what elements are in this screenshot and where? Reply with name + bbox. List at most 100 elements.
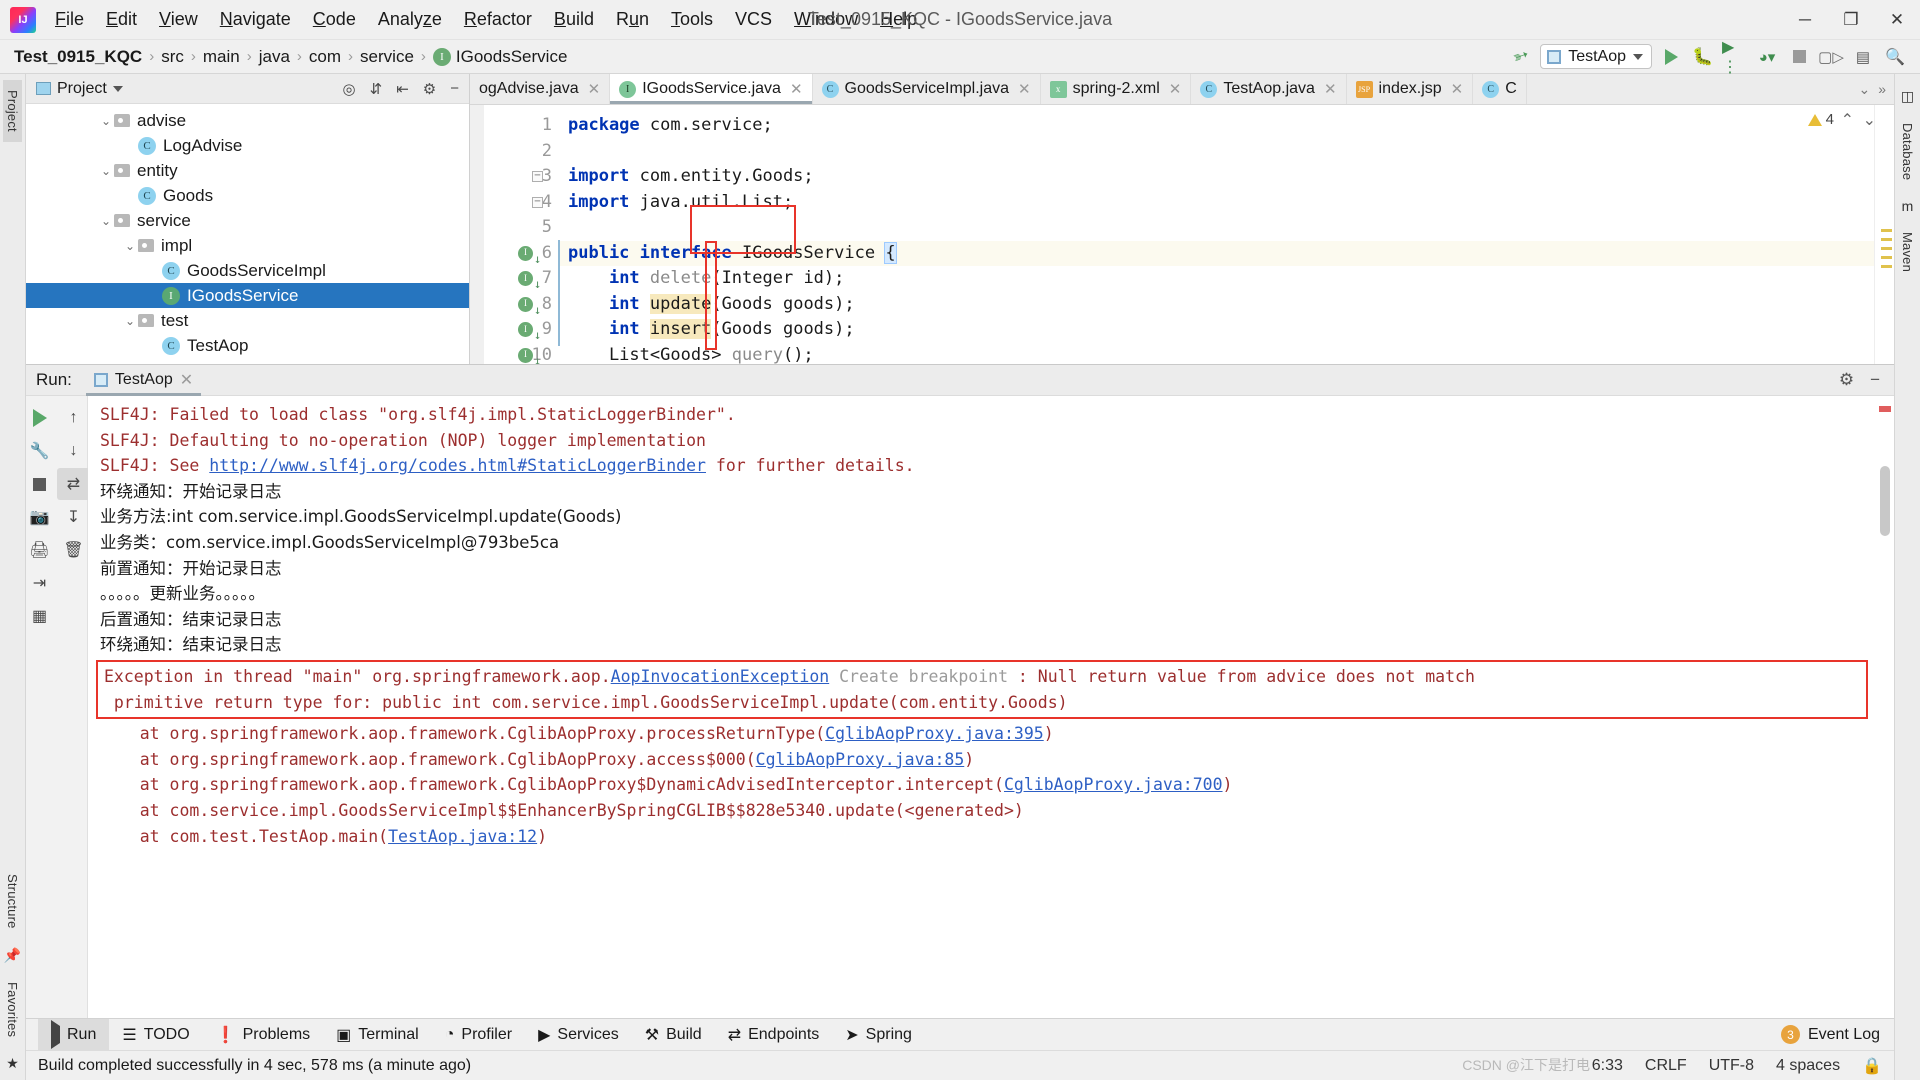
fold-marker-icon[interactable]: ─ [532,196,543,208]
minimize-icon[interactable]: − [1870,370,1880,390]
indent-setting[interactable]: 4 spaces [1776,1057,1840,1075]
inspection-warning-badge[interactable]: 4 [1807,111,1834,128]
error-stripe[interactable] [1874,105,1894,364]
expand-all-icon[interactable]: ⇵ [370,80,383,98]
line-separator[interactable]: CRLF [1645,1057,1687,1075]
stack-frame-link[interactable]: CglibAopProxy.java:700 [1004,775,1223,794]
star-icon[interactable]: ★ [6,1055,19,1072]
breadcrumb-project[interactable]: Test_0915_KQC [14,47,142,67]
layout-button[interactable]: ▦ [23,600,57,632]
editor-tab-index-jsp[interactable]: JSP index.jsp ✕ [1347,74,1474,104]
close-icon[interactable]: ✕ [1324,80,1337,98]
run-configuration-selector[interactable]: TestAop [1540,44,1652,69]
down-stack-button[interactable]: ↓ [57,435,91,467]
wrench-button[interactable]: 🔧 [23,435,57,467]
menu-edit[interactable]: Edit [95,5,148,34]
tool-window-button-spring[interactable]: ➤ Spring [832,1019,925,1051]
scroll-to-end-button[interactable]: ↧ [57,501,91,533]
close-icon[interactable]: ✕ [1451,80,1464,98]
menu-file[interactable]: File [44,5,95,34]
tree-node-logadvise[interactable]: C LogAdvise [26,133,469,158]
code-line-2[interactable] [558,139,1874,165]
code-content[interactable]: package com.service; import com.entity.G… [558,105,1874,364]
export-button[interactable]: ⇥ [23,567,57,599]
breadcrumb-java[interactable]: java [259,47,290,67]
sidebar-item-favorites[interactable]: Favorites [3,972,22,1047]
stack-frame-link[interactable]: TestAop.java:12 [388,827,537,846]
tree-node-goods[interactable]: C Goods [26,183,469,208]
menu-code[interactable]: Code [302,5,367,34]
code-line-7[interactable]: int delete(Integer id); [558,266,1874,292]
code-editor[interactable]: 1 2 ─ 3 ─ 4 5 I ↓ 6 I ↓ 7 I ↓ 8 I ↓ 9 I ↓ 10 package com.serv… [470,105,1894,364]
clear-all-button[interactable]: 🗑 [57,534,91,566]
tree-node-service[interactable]: ⌄ service [26,208,469,233]
breadcrumb-service[interactable]: service [360,47,414,67]
tool-window-button-profiler[interactable]: ◔ Profiler [432,1019,525,1051]
chevron-down-icon[interactable]: ⌄ [1858,81,1870,98]
update-app-button[interactable]: ▢▷ [1818,44,1844,70]
editor-tab-igoodsservice-java[interactable]: I IGoodsService.java ✕ [610,74,813,104]
chevron-down-icon[interactable]: ⌄ [98,164,114,178]
editor-tab-spring-2-xml[interactable]: x spring-2.xml ✕ [1041,74,1192,104]
code-line-9[interactable]: int insert(Goods goods); [558,317,1874,343]
tree-node-entity[interactable]: ⌄ entity [26,158,469,183]
tree-node-testaop[interactable]: C TestAop [26,333,469,358]
sidebar-item-project[interactable]: Project [3,80,22,142]
tool-window-button-endpoints[interactable]: ⇄ Endpoints [715,1019,833,1051]
editor-tab-testaop-java[interactable]: C TestAop.java ✕ [1191,74,1347,104]
tool-window-button-terminal[interactable]: ▣ Terminal [323,1019,432,1051]
editor-tab-ogadvise-java[interactable]: ogAdvise.java ✕ [470,74,611,104]
maximize-button[interactable]: ❐ [1828,0,1874,40]
chevron-down-icon[interactable]: ⌄ [98,114,114,128]
menu-run[interactable]: Run [605,5,660,34]
more-tabs-icon[interactable]: » [1878,81,1886,97]
menu-navigate[interactable]: Navigate [209,5,302,34]
editor-tab-c[interactable]: CC [1473,74,1527,104]
sidebar-item-structure[interactable]: Structure [3,864,22,939]
implementation-marker-icon[interactable]: I [518,322,533,337]
chevron-down-icon[interactable]: ⌄ [122,239,138,253]
settings-gear-icon[interactable]: ⚙ [1839,370,1854,390]
soft-wrap-button[interactable]: ⇄ [56,468,91,500]
caret-position[interactable]: 6:33 [1592,1057,1623,1075]
pin-icon[interactable]: 📌 [4,947,21,964]
tool-window-button-todo[interactable]: ☰ TODO [109,1019,202,1051]
tree-node-test[interactable]: ⌄ test [26,308,469,333]
implementation-marker-icon[interactable]: I [518,245,533,261]
implementation-marker-icon[interactable]: I [518,347,533,363]
close-icon[interactable]: ✕ [180,370,193,390]
lock-icon[interactable]: 🔒 [1862,1056,1882,1076]
tool-window-button-run[interactable]: Run [38,1018,110,1051]
event-log-group[interactable]: 3 Event Log [1780,1025,1894,1044]
chevron-down-icon[interactable]: ⌄ [98,214,114,228]
close-icon[interactable]: ✕ [790,80,803,98]
tree-node-goodsserviceimpl[interactable]: C GoodsServiceImpl [26,258,469,283]
console-output[interactable]: SLF4J: Failed to load class "org.slf4j.i… [88,396,1894,1018]
breadcrumb-src[interactable]: src [161,47,184,67]
breadcrumb-com[interactable]: com [309,47,341,67]
next-problem-button[interactable]: ⌄ [1863,110,1876,130]
menu-analyze[interactable]: Analyze [367,5,453,34]
editor-tab-goodsserviceimpl-java[interactable]: C GoodsServiceImpl.java ✕ [813,74,1041,104]
menu-refactor[interactable]: Refactor [453,5,543,34]
code-line-5[interactable] [558,215,1874,241]
tool-window-button-services[interactable]: ▶ Services [525,1019,632,1051]
console-hyperlink[interactable]: http://www.slf4j.org/codes.html#StaticLo… [209,456,706,475]
menu-tools[interactable]: Tools [660,5,724,34]
tree-node-igoodsservice[interactable]: I IGoodsService [26,283,469,308]
stop-button[interactable] [23,468,57,500]
exception-type-link[interactable]: AopInvocationException [611,667,830,686]
stop-button[interactable] [1786,44,1812,70]
maven-icon[interactable]: m [1902,198,1914,214]
database-icon[interactable]: ◫ [1901,88,1914,105]
chevron-down-icon[interactable] [112,85,123,92]
run-tab-testaop[interactable]: TestAop ✕ [85,365,202,396]
menu-vcs[interactable]: VCS [724,5,783,34]
close-button[interactable]: ✕ [1874,0,1920,40]
prev-problem-button[interactable]: ⌃ [1841,110,1854,130]
console-scrollbar[interactable] [1880,466,1890,536]
sidebar-item-database[interactable]: Database [1898,113,1917,190]
code-line-10[interactable]: List<Goods> query(); [558,343,1874,365]
settings-gear-icon[interactable]: ⚙ [423,80,436,98]
profiler-button[interactable]: ◕▾ [1754,44,1780,70]
